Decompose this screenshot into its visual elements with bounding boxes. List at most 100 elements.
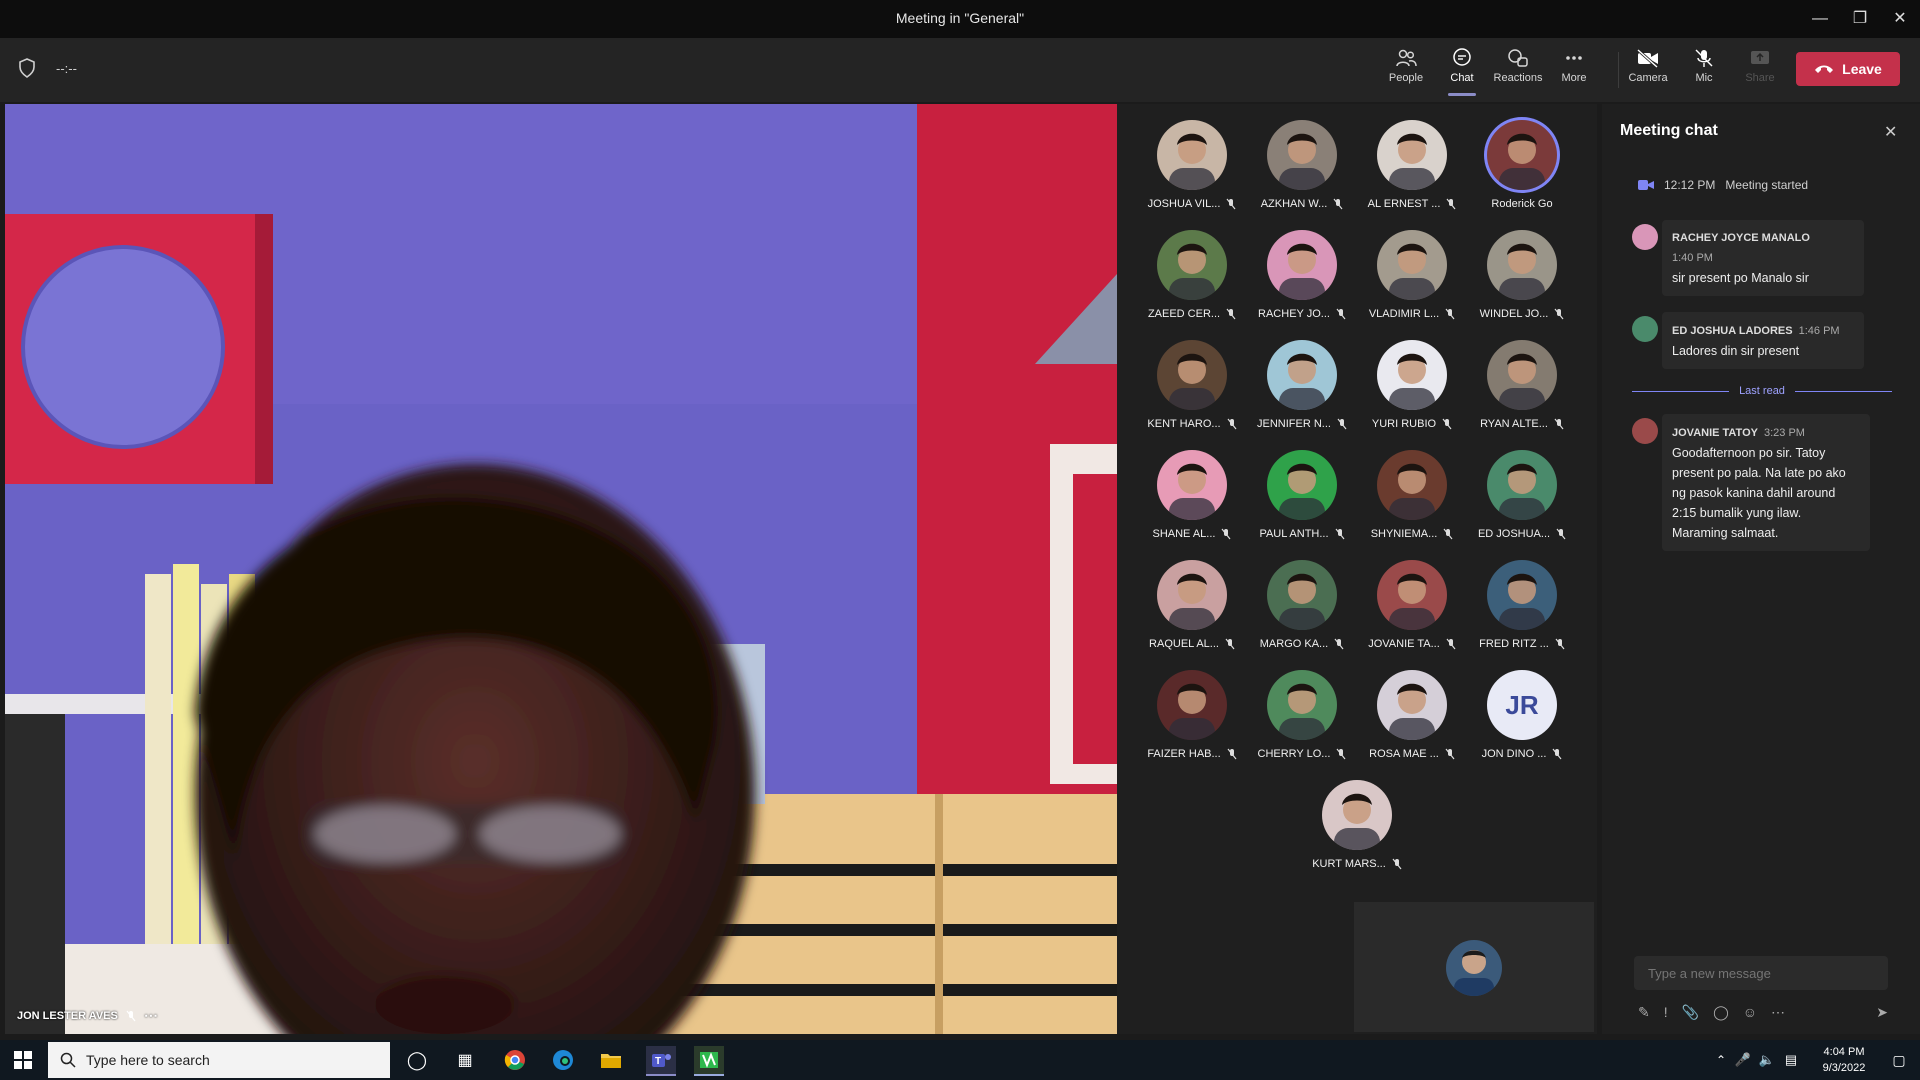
avatar: [1157, 450, 1227, 520]
notifications-icon[interactable]: ▢: [1884, 1046, 1914, 1074]
teams-icon[interactable]: T: [646, 1046, 676, 1076]
close-icon[interactable]: ✕: [1884, 122, 1897, 142]
emoji-icon[interactable]: ☺: [1743, 1004, 1757, 1020]
participant-name: ED JOSHUA...: [1477, 528, 1551, 540]
leave-button[interactable]: Leave: [1796, 52, 1900, 86]
participant-name: WINDEL JO...: [1479, 308, 1549, 320]
participant-tile[interactable]: FAIZER HAB...: [1137, 670, 1247, 776]
speaker-options-icon[interactable]: ⋯: [144, 1007, 159, 1024]
taskbar-search[interactable]: Type here to search: [48, 1042, 390, 1078]
participant-tile[interactable]: JOVANIE TA...: [1357, 560, 1467, 666]
self-view[interactable]: [1354, 902, 1594, 1032]
mic-off-icon: [1333, 198, 1343, 210]
camera-button[interactable]: Camera: [1622, 48, 1674, 84]
message-time: 3:23 PM: [1763, 427, 1805, 439]
share-label: Share: [1745, 72, 1775, 84]
participant-tile[interactable]: CHERRY LO...: [1247, 670, 1357, 776]
last-read-marker: Last read: [1632, 384, 1892, 398]
participant-name: PAUL ANTH...: [1259, 528, 1329, 540]
participant-tile[interactable]: RYAN ALTE...: [1467, 340, 1577, 446]
mic-off-icon: [1556, 528, 1566, 540]
app-icon[interactable]: [694, 1046, 724, 1076]
participant-name: RACHEY JO...: [1258, 308, 1330, 320]
participant-tile[interactable]: KENT HARO...: [1137, 340, 1247, 446]
participant-tile[interactable]: KURT MARS...: [1302, 780, 1412, 886]
participant-name: FAIZER HAB...: [1147, 748, 1221, 760]
share-button[interactable]: Share: [1734, 48, 1786, 84]
message-input[interactable]: [1634, 956, 1888, 990]
participant-tile[interactable]: ZAEED CER...: [1137, 230, 1247, 336]
reactions-button[interactable]: Reactions: [1492, 48, 1544, 84]
shield-icon: [19, 58, 35, 78]
avatar: [1377, 450, 1447, 520]
meeting-started-event: 12:12 PM Meeting started: [1638, 178, 1808, 192]
mic-button[interactable]: Mic: [1678, 48, 1730, 84]
participant-name: JOVANIE TA...: [1368, 638, 1440, 650]
participant-name: FRED RITZ ...: [1479, 638, 1549, 650]
compose-box[interactable]: [1634, 956, 1888, 990]
participant-tile[interactable]: YURI RUBIO: [1357, 340, 1467, 446]
cortana-icon[interactable]: ◯: [402, 1046, 432, 1074]
meeting-started-time: 12:12 PM: [1664, 178, 1716, 192]
speaker-video-image: [5, 104, 1117, 1034]
send-icon[interactable]: ➤: [1876, 1004, 1888, 1021]
people-button[interactable]: People: [1380, 48, 1432, 84]
task-view-icon[interactable]: ▦: [450, 1046, 480, 1074]
important-icon[interactable]: !: [1664, 1004, 1668, 1020]
participant-name: KENT HARO...: [1147, 418, 1221, 430]
video-camera-icon: [1638, 180, 1654, 190]
meeting-toolbar: --:-- People Chat Reactions More Camera …: [0, 38, 1920, 102]
mic-off-icon: [1226, 198, 1236, 210]
participant-tile[interactable]: ROSA MAE ...: [1357, 670, 1467, 776]
participant-tile[interactable]: VLADIMIR L...: [1357, 230, 1467, 336]
edge-icon[interactable]: [548, 1046, 578, 1074]
participant-tile[interactable]: FRED RITZ ...: [1467, 560, 1577, 666]
svg-text:T: T: [655, 1056, 661, 1067]
participant-tile[interactable]: Roderick Go: [1467, 120, 1577, 226]
chrome-icon[interactable]: [500, 1046, 530, 1074]
mic-off-icon: [1555, 638, 1565, 650]
meeting-timer: --:--: [56, 61, 77, 76]
attach-icon[interactable]: 📎: [1682, 1004, 1699, 1021]
avatar: [1322, 780, 1392, 850]
mic-off-icon: [1227, 418, 1237, 430]
restore-button[interactable]: ❐: [1846, 6, 1874, 32]
participant-tile[interactable]: WINDEL JO...: [1467, 230, 1577, 336]
participant-tile[interactable]: ED JOSHUA...: [1467, 450, 1577, 556]
reactions-icon: [1508, 49, 1528, 67]
close-window-button[interactable]: ✕: [1886, 6, 1914, 32]
taskbar-clock[interactable]: 4:04 PM 9/3/2022: [1812, 1044, 1876, 1076]
toolbar-divider: [1618, 52, 1619, 88]
mic-off-icon: [1442, 418, 1452, 430]
format-icon[interactable]: ✎: [1638, 1004, 1650, 1021]
participant-tile[interactable]: JR JON DINO ...: [1467, 670, 1577, 776]
loop-icon[interactable]: ◯: [1713, 1004, 1729, 1021]
chat-button[interactable]: Chat: [1436, 48, 1488, 96]
more-options-icon[interactable]: ⋯: [1771, 1004, 1785, 1021]
file-explorer-icon[interactable]: [596, 1046, 626, 1074]
participant-tile[interactable]: SHANE AL...: [1137, 450, 1247, 556]
network-icon[interactable]: ▤: [1776, 1046, 1806, 1074]
participant-tile[interactable]: PAUL ANTH...: [1247, 450, 1357, 556]
participant-tile[interactable]: MARGO KA...: [1247, 560, 1357, 666]
participant-tile[interactable]: SHYNIEMA...: [1357, 450, 1467, 556]
participant-tile[interactable]: AZKHAN W...: [1247, 120, 1357, 226]
participant-name: AL ERNEST ...: [1367, 198, 1441, 210]
speaker-name-tag: JON LESTER AVES ⋯: [17, 1007, 159, 1024]
participant-tile[interactable]: RACHEY JO...: [1247, 230, 1357, 336]
participant-tile[interactable]: JOSHUA VIL...: [1137, 120, 1247, 226]
mic-off-icon: [1445, 748, 1455, 760]
participant-tile[interactable]: AL ERNEST ...: [1357, 120, 1467, 226]
more-button[interactable]: More: [1548, 48, 1600, 84]
meeting-started-text: Meeting started: [1725, 178, 1809, 192]
participant-name: CHERRY LO...: [1257, 748, 1331, 760]
participant-tile[interactable]: JENNIFER N...: [1247, 340, 1357, 446]
windows-start-icon[interactable]: [8, 1046, 38, 1074]
participant-name: JON DINO ...: [1481, 748, 1547, 760]
avatar: [1377, 340, 1447, 410]
chat-message: ED JOSHUA LADORES 1:46 PM Ladores din sir…: [1632, 312, 1892, 369]
minimize-button[interactable]: —: [1806, 6, 1834, 32]
participant-tile[interactable]: RAQUEL AL...: [1137, 560, 1247, 666]
mic-off-icon: [1552, 748, 1562, 760]
participant-name: RAQUEL AL...: [1149, 638, 1219, 650]
